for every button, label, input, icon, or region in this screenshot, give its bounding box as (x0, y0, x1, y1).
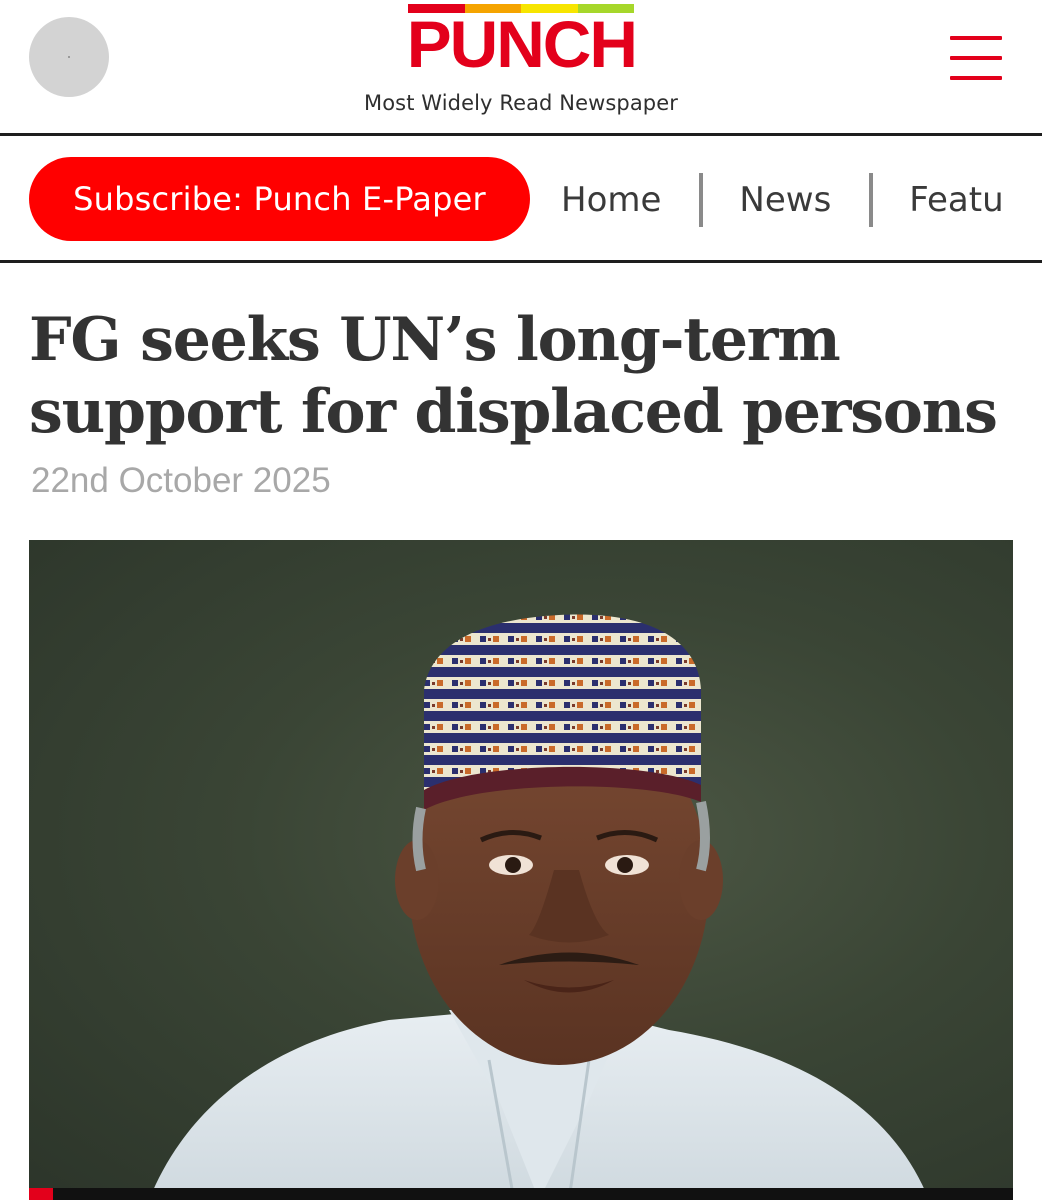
nav-links: Home News Featu (561, 172, 1004, 228)
nav-separator (869, 173, 874, 227)
nav-item-home[interactable]: Home (561, 180, 661, 220)
image-caption-bar (29, 1188, 1013, 1200)
article-date: 22nd October 2025 (31, 461, 331, 500)
portrait-illustration (149, 614, 929, 1200)
nav-divider (0, 260, 1042, 263)
nav-separator (699, 173, 704, 227)
article-featured-image[interactable] (29, 540, 1013, 1200)
site-tagline: Most Widely Read Newspaper (363, 91, 678, 115)
site-header: PUNCH Most Widely Read Newspaper (0, 0, 1042, 134)
site-logo[interactable]: PUNCH Most Widely Read Newspaper (0, 4, 1042, 115)
hamburger-menu-icon[interactable] (948, 36, 1004, 80)
top-navigation: Subscribe: Punch E-Paper Home News Featu (0, 136, 1042, 260)
headline-line-2: support for displaced persons (29, 377, 998, 447)
logo-wordmark: PUNCH (406, 7, 637, 81)
image-caption-accent (29, 1188, 53, 1200)
nav-item-news[interactable]: News (739, 180, 831, 220)
nav-item-features[interactable]: Featu (909, 180, 1003, 220)
headline-line-1: FG seeks UN’s long-term (29, 305, 841, 375)
article-headline: FG seeks UN’s long-term support for disp… (29, 304, 1019, 448)
subscribe-epaper-button[interactable]: Subscribe: Punch E-Paper (29, 157, 530, 241)
